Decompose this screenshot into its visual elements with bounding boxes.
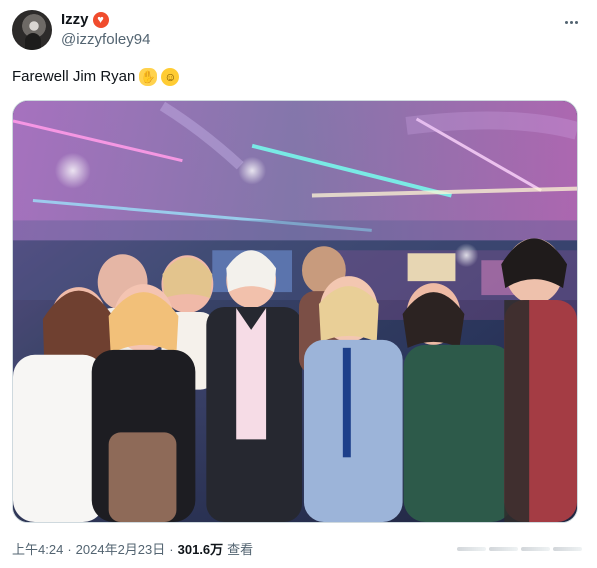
view-label: 查看 xyxy=(227,542,254,557)
view-count: 301.6万 xyxy=(177,542,224,557)
watermark-stroke xyxy=(553,547,582,551)
clapping-hands-icon: ✋ xyxy=(139,68,158,86)
watermark-decoration xyxy=(457,540,582,558)
watermark-stroke xyxy=(457,547,486,551)
author-name-row: Izzy ♥ xyxy=(61,10,109,30)
meta-separator: · xyxy=(169,542,174,557)
tweet-photo[interactable] xyxy=(12,100,578,523)
dot-icon xyxy=(574,20,578,24)
display-name[interactable]: Izzy xyxy=(61,10,89,30)
dot-icon xyxy=(569,20,573,24)
tweet-meta: 上午4:24 · 2024年2月23日 · 301.6万 查看 xyxy=(12,540,253,560)
tweet-time[interactable]: 上午4:24 xyxy=(12,540,63,560)
author-handle[interactable]: @izzyfoley94 xyxy=(61,31,150,49)
tweet-body: Farewell Jim Ryan xyxy=(12,68,136,85)
tweet-date[interactable]: 2024年2月23日 xyxy=(76,540,166,560)
watermark-stroke xyxy=(489,547,518,551)
group-photo-image xyxy=(13,101,577,522)
more-options-button[interactable] xyxy=(562,13,580,31)
tweet: Izzy ♥ @izzyfoley94 Farewell Jim Ryan ✋ … xyxy=(0,0,597,568)
saluting-face-icon: ☺ xyxy=(161,68,180,86)
avatar[interactable] xyxy=(12,10,52,50)
meta-separator: · xyxy=(67,542,72,557)
heart-badge-icon: ♥ xyxy=(92,12,109,28)
dot-icon xyxy=(564,20,568,24)
watermark-stroke xyxy=(521,547,550,551)
tweet-text: Farewell Jim Ryan ✋ ☺ xyxy=(12,67,180,87)
